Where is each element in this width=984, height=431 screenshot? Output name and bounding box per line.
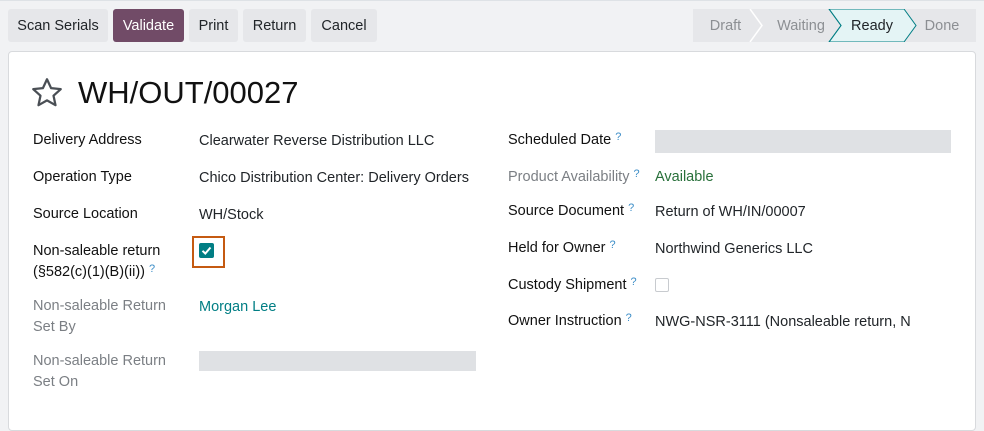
set-by-label-line2: Set By <box>33 319 76 335</box>
operation-type-label: Operation Type <box>33 169 132 185</box>
status-stage-ready[interactable]: Ready <box>841 9 903 42</box>
nonsaleable-return-label: Non-saleable return (§582(c)(1)(B)(ii))? <box>33 241 160 283</box>
help-icon[interactable]: ? <box>628 202 634 214</box>
help-icon[interactable]: ? <box>149 263 155 275</box>
help-icon[interactable]: ? <box>633 168 639 180</box>
nonsaleable-set-by-value[interactable]: Morgan Lee <box>199 297 276 318</box>
custody-shipment-checkbox[interactable] <box>655 278 669 292</box>
product-availability-value: Available <box>655 169 714 185</box>
source-document-value[interactable]: Return of WH/IN/00007 <box>655 202 806 223</box>
nonsaleable-set-on-field[interactable] <box>199 351 476 371</box>
custody-shipment-label: Custody Shipment? <box>508 276 637 293</box>
delivery-address-value[interactable]: Clearwater Reverse Distribution LLC <box>199 131 434 152</box>
control-panel: Scan Serials Validate Print Return Cance… <box>0 0 984 50</box>
star-icon[interactable] <box>30 76 64 110</box>
help-icon[interactable]: ? <box>615 131 621 143</box>
source-location-value[interactable]: WH/Stock <box>199 205 263 226</box>
nonsaleable-return-label-line2: (§582(c)(1)(B)(ii)) <box>33 264 145 280</box>
set-by-label-line1: Non-saleable Return <box>33 298 166 314</box>
return-button[interactable]: Return <box>243 9 306 42</box>
nonsaleable-set-by-label: Non-saleable Return Set By <box>33 296 166 338</box>
held-for-owner-value[interactable]: Northwind Generics LLC <box>655 239 813 260</box>
print-button[interactable]: Print <box>189 9 238 42</box>
validate-button[interactable]: Validate <box>113 9 184 42</box>
status-stage-waiting[interactable]: Waiting <box>762 9 840 42</box>
scheduled-date-label: Scheduled Date? <box>508 131 622 148</box>
product-availability-label: Product Availability? <box>508 168 640 185</box>
nonsaleable-return-label-line1: Non-saleable return <box>33 243 161 259</box>
scheduled-date-field[interactable] <box>655 130 951 153</box>
source-document-label: Source Document? <box>508 202 635 219</box>
owner-instruction-value[interactable]: NWG-NSR-3111 (Nonsaleable return, No <box>655 312 911 333</box>
scan-serials-button[interactable]: Scan Serials <box>8 9 108 42</box>
checkmark-icon <box>201 246 212 255</box>
operation-type-value[interactable]: Chico Distribution Center: Delivery Orde… <box>199 168 469 189</box>
source-location-label: Source Location <box>33 206 138 222</box>
nonsaleable-return-checkbox[interactable] <box>199 243 214 258</box>
set-on-label-line2: Set On <box>33 374 79 390</box>
held-for-owner-label: Held for Owner? <box>508 239 616 256</box>
status-stage-done[interactable]: Done <box>918 9 966 42</box>
help-icon[interactable]: ? <box>630 276 636 288</box>
delivery-address-label: Delivery Address <box>33 132 142 148</box>
status-bar: Draft Waiting Ready Done <box>693 9 976 42</box>
set-on-label-line1: Non-saleable Return <box>33 353 166 369</box>
status-stage-draft[interactable]: Draft <box>693 9 758 42</box>
help-icon[interactable]: ? <box>626 312 632 324</box>
owner-instruction-label: Owner Instruction? <box>508 312 632 329</box>
record-title: WH/OUT/00027 <box>78 75 299 110</box>
help-icon[interactable]: ? <box>610 239 616 251</box>
cancel-button[interactable]: Cancel <box>311 9 377 42</box>
nonsaleable-set-on-label: Non-saleable Return Set On <box>33 351 166 393</box>
